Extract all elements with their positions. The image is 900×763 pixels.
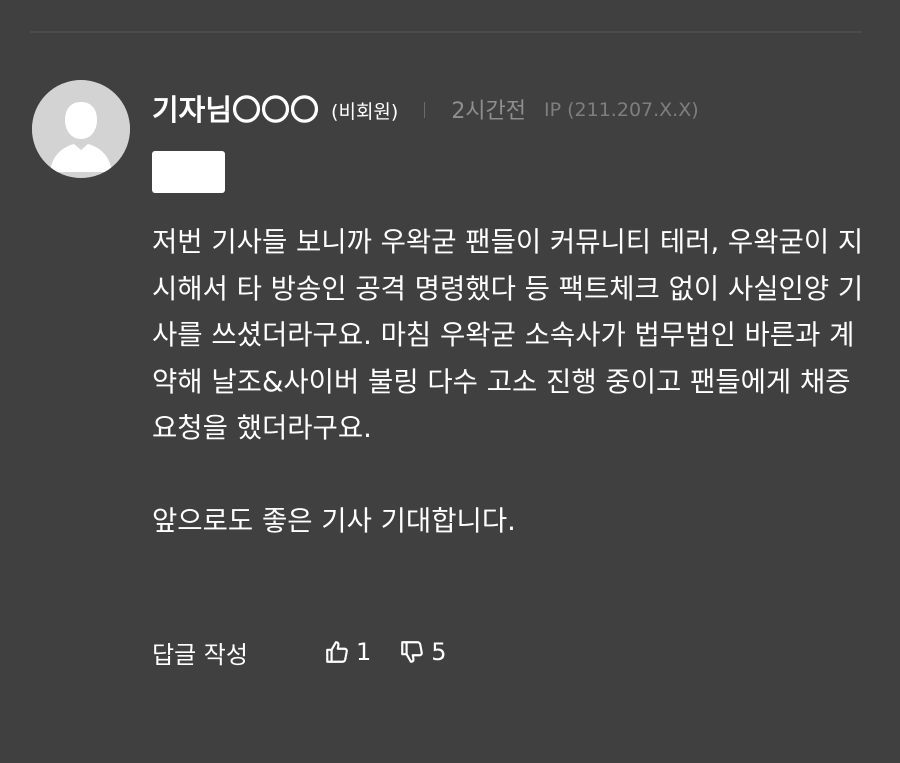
blank-badge [152, 151, 225, 193]
like-count: 1 [355, 638, 372, 666]
comment-body: 저번 기사들 보니까 우왁굳 팬들이 커뮤니티 테러, 우왁굳이 지시해서 타 … [152, 219, 864, 545]
comment-header: 기자님〇〇〇 (비회원) 2시간전 IP (211.207.X.X) [152, 86, 699, 130]
thumbs-up-icon [326, 641, 348, 663]
dislike-count: 5 [431, 638, 447, 666]
thumbs-down-icon [401, 641, 424, 663]
avatar [32, 80, 130, 178]
top-divider [30, 31, 862, 33]
default-user-avatar-icon [32, 80, 130, 178]
reply-button[interactable]: 답글 작성 [152, 635, 248, 670]
ip-address: IP (211.207.X.X) [544, 99, 699, 121]
comment-paragraph: 앞으로도 좋은 기사 기대합니다. [152, 505, 516, 537]
comment-paragraph: 저번 기사들 보니까 우왁굳 팬들이 커뮤니티 테러, 우왁굳이 지시해서 타 … [152, 226, 864, 444]
comment-actions: 답글 작성 1 5 [152, 630, 447, 674]
comment-time: 2시간전 [451, 99, 527, 124]
like-button[interactable]: 1 [324, 638, 371, 666]
divider [424, 102, 426, 118]
member-tag: (비회원) [331, 100, 399, 123]
author-name: 기자님〇〇〇 [152, 93, 320, 127]
dislike-button[interactable]: 5 [399, 638, 447, 666]
